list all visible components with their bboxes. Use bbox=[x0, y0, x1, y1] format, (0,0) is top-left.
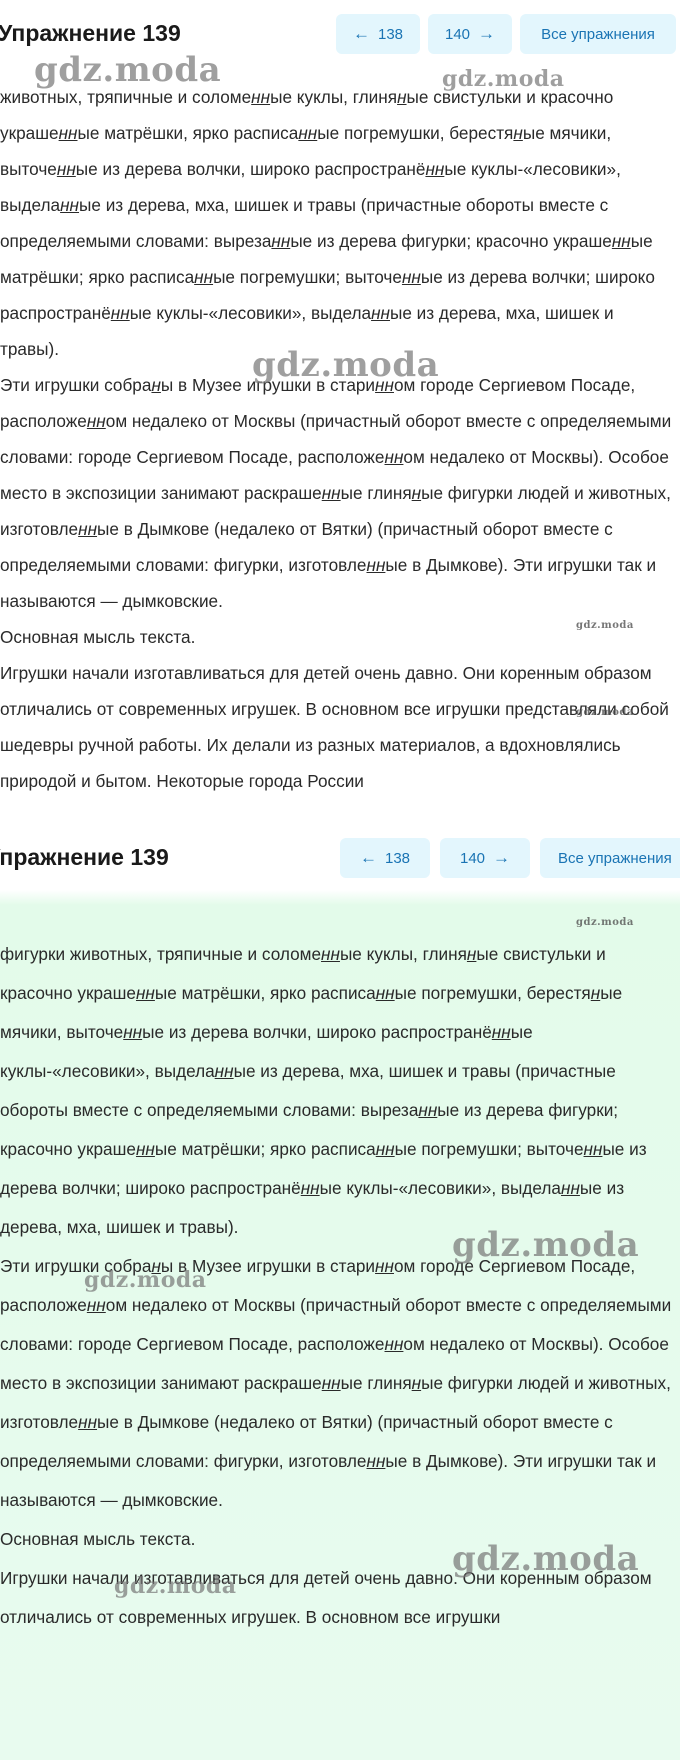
next-exercise-label: 140 bbox=[459, 849, 486, 867]
answer-paragraph: фигурки животных, тряпичные и соломенные… bbox=[0, 944, 647, 1237]
spelling-highlight: нн bbox=[418, 1100, 438, 1120]
answer-paragraph: Основная мысль текста. bbox=[0, 627, 196, 647]
spelling-highlight: нн bbox=[583, 1139, 603, 1159]
spelling-highlight: нн bbox=[300, 1178, 320, 1198]
arrow-left-icon: ← bbox=[359, 848, 377, 867]
spelling-highlight: нн bbox=[58, 123, 78, 143]
watermark-logo: gdz.moda bbox=[252, 345, 440, 385]
watermark-logo: gdz.moda bbox=[452, 1539, 640, 1579]
next-exercise-label: 140 bbox=[444, 25, 471, 43]
spelling-highlight: нн bbox=[60, 195, 80, 215]
spelling-highlight: нн bbox=[611, 231, 631, 251]
watermark-logo: gdz.moda bbox=[114, 1573, 237, 1599]
spelling-highlight: н bbox=[397, 87, 407, 107]
spelling-highlight: нн bbox=[491, 1022, 511, 1042]
spelling-highlight: нн bbox=[366, 555, 386, 575]
arrow-right-icon: → bbox=[493, 848, 511, 867]
prev-exercise-button[interactable]: ← 138 bbox=[336, 14, 420, 54]
watermark-logo: gdz.moda bbox=[576, 917, 634, 928]
spelling-highlight: нн bbox=[375, 983, 395, 1003]
spelling-highlight: нн bbox=[298, 123, 318, 143]
exercise-title: Упражнение 139 bbox=[0, 844, 169, 870]
spelling-highlight: нн bbox=[135, 983, 155, 1003]
spelling-highlight: нн bbox=[366, 1451, 386, 1471]
spelling-highlight: нн bbox=[560, 1178, 580, 1198]
spelling-highlight: нн bbox=[110, 303, 130, 323]
spelling-highlight: нн bbox=[375, 1256, 394, 1276]
spelling-highlight: нн bbox=[78, 1412, 98, 1432]
all-exercises-button[interactable]: Все упражнения bbox=[520, 14, 676, 54]
arrow-right-icon: → bbox=[478, 24, 496, 43]
next-exercise-button[interactable]: 140 → bbox=[428, 14, 512, 54]
next-exercise-button[interactable]: 140 → bbox=[440, 838, 530, 878]
spelling-highlight: н bbox=[151, 375, 161, 395]
answer-paragraph: животных, тряпичные и соломенные куклы, … bbox=[0, 87, 655, 359]
prev-exercise-label: 138 bbox=[377, 25, 404, 43]
watermark-logo: gdz.moda bbox=[452, 1225, 640, 1265]
spelling-highlight: нн bbox=[214, 1061, 234, 1081]
spelling-highlight: нн bbox=[321, 1373, 341, 1393]
spelling-highlight: нн bbox=[135, 1139, 155, 1159]
watermark-logo: gdz.moda bbox=[576, 707, 634, 718]
exercise-title: Упражнение 139 bbox=[0, 20, 181, 46]
all-exercises-label: Все упражнения bbox=[558, 849, 672, 867]
spelling-highlight: н bbox=[411, 1373, 422, 1393]
spelling-highlight: нн bbox=[384, 447, 404, 467]
spelling-highlight: нн bbox=[56, 159, 76, 179]
watermark-logo: gdz.moda bbox=[442, 66, 565, 92]
spelling-highlight: нн bbox=[371, 303, 390, 323]
spelling-highlight: нн bbox=[321, 944, 340, 964]
watermark-logo: gdz.moda bbox=[34, 50, 222, 90]
spelling-highlight: нн bbox=[271, 231, 291, 251]
spelling-highlight: н bbox=[466, 944, 477, 964]
spelling-highlight: нн bbox=[425, 159, 445, 179]
answer-text: животных, тряпичные и соломенные куклы, … bbox=[0, 79, 676, 799]
spelling-highlight: нн bbox=[78, 519, 98, 539]
spelling-highlight: нн bbox=[123, 1022, 143, 1042]
spelling-highlight: нн bbox=[86, 1295, 106, 1315]
spelling-highlight: н bbox=[411, 483, 422, 503]
spelling-highlight: нн bbox=[321, 483, 341, 503]
spelling-highlight: нн bbox=[251, 87, 271, 107]
watermark-logo: gdz.moda bbox=[576, 620, 634, 631]
spelling-highlight: н bbox=[590, 983, 601, 1003]
all-exercises-label: Все упражнения bbox=[541, 25, 655, 43]
exercise-panel-top: Упражнение 139 ← 138 140 → Все упражнени… bbox=[0, 0, 680, 820]
all-exercises-button[interactable]: Все упражнения bbox=[540, 838, 680, 878]
spelling-highlight: нн bbox=[194, 267, 214, 287]
spelling-highlight: нн bbox=[86, 411, 106, 431]
spelling-highlight: нн bbox=[375, 1139, 395, 1159]
prev-exercise-label: 138 bbox=[384, 849, 411, 867]
prev-exercise-button[interactable]: ← 138 bbox=[340, 838, 430, 878]
watermark-logo: gdz.moda bbox=[84, 1267, 207, 1293]
spelling-highlight: нн bbox=[401, 267, 421, 287]
exercise-header: Упражнение 139 ← 138 140 → Все упражнени… bbox=[0, 838, 680, 882]
spelling-highlight: н bbox=[513, 123, 523, 143]
spelling-highlight: нн bbox=[384, 1334, 404, 1354]
answer-paragraph: Эти игрушки собраны в Музее игрушки в ст… bbox=[0, 375, 672, 611]
exercise-panel-bottom: Упражнение 139 ← 138 140 → Все упражнени… bbox=[0, 835, 680, 1760]
arrow-left-icon: ← bbox=[352, 24, 370, 43]
answer-paragraph: Игрушки начали изготавливаться для детей… bbox=[0, 663, 669, 791]
